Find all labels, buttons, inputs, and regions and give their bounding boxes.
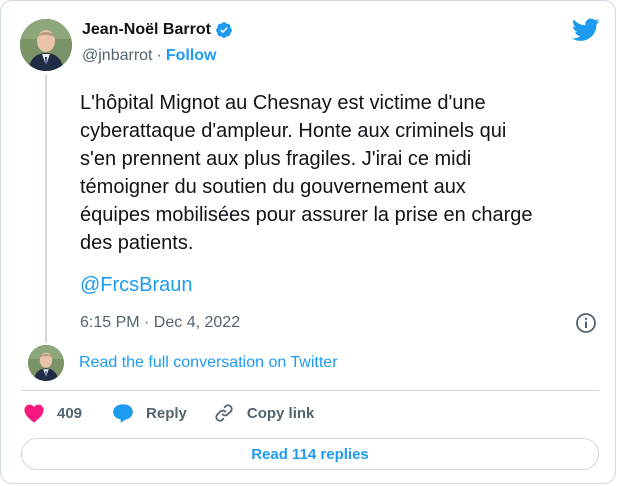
- tweet-text: L'hôpital Mignot au Chesnay est victime …: [80, 92, 533, 254]
- separator-dot: ·: [156, 47, 162, 64]
- tweet-embed-card: Jean-Noël Barrot @jnbarrot · Follow L'hô…: [0, 0, 616, 484]
- avatar[interactable]: [20, 19, 72, 71]
- thread-line: [45, 75, 47, 343]
- reply-bubble-icon: [113, 404, 133, 423]
- twitter-bird-icon[interactable]: [571, 18, 600, 42]
- copy-link-button[interactable]: Copy link: [213, 402, 315, 424]
- reply-button[interactable]: Reply: [112, 403, 187, 423]
- avatar-small[interactable]: [28, 345, 64, 381]
- author-name-row: Jean-Noël Barrot: [82, 21, 233, 39]
- like-button[interactable]: 409: [23, 403, 82, 423]
- reply-label: Reply: [146, 404, 187, 422]
- copy-link-label: Copy link: [246, 404, 315, 422]
- author-name[interactable]: Jean-Noël Barrot: [82, 21, 211, 39]
- action-bar: 409 Reply Copy link: [23, 401, 314, 425]
- info-icon[interactable]: [574, 311, 598, 335]
- link-icon: [215, 404, 233, 422]
- read-conversation-link[interactable]: Read the full conversation on Twitter: [79, 354, 338, 372]
- tweet-timestamp[interactable]: 6:15 PM · Dec 4, 2022: [80, 314, 240, 332]
- verified-badge-icon: [215, 21, 233, 39]
- handle-row: @jnbarrot · Follow: [82, 47, 216, 65]
- mention-link[interactable]: @FrcsBraun: [80, 274, 193, 297]
- follow-button[interactable]: Follow: [166, 47, 217, 65]
- like-count: 409: [57, 404, 83, 422]
- heart-icon: [24, 404, 44, 423]
- read-replies-button[interactable]: Read 114 replies: [21, 438, 599, 470]
- author-handle[interactable]: @jnbarrot: [82, 47, 153, 65]
- divider: [21, 390, 599, 391]
